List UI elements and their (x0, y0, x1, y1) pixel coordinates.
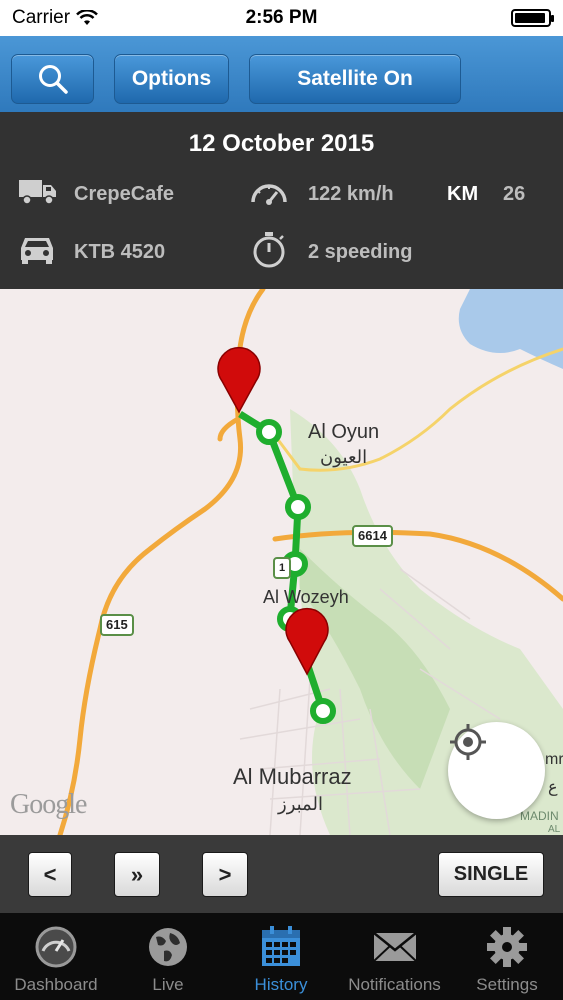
playback-bar: < » > SINGLE (0, 835, 563, 913)
route-stop[interactable] (256, 419, 282, 445)
crosshair-icon (450, 724, 486, 760)
map-label-al-mubarraz: Al Mubarraz (233, 764, 352, 789)
speeding-count: 2 speeding (308, 241, 413, 263)
car-icon (21, 238, 53, 264)
tab-label: Live (152, 975, 184, 994)
truck-icon (19, 180, 56, 205)
tab-bar: Dashboard Live History Notifications Set… (0, 913, 563, 1000)
globe-icon (149, 928, 187, 966)
next-button[interactable]: > (202, 852, 248, 897)
double-chevron-right-icon: » (130, 861, 144, 887)
status-bar: Carrier 2:56 PM (0, 0, 563, 36)
tab-notifications[interactable]: Notifications (338, 913, 451, 1000)
options-button[interactable]: Options (114, 54, 229, 104)
chevron-left-icon: < (43, 861, 57, 887)
map-view[interactable]: Al Oyun العيون Al Wozeyh Al Mubarraz الم… (0, 289, 563, 835)
map-label-edge: mr (545, 751, 563, 768)
locate-button[interactable] (448, 722, 545, 819)
top-toolbar: Options Satellite On (0, 36, 563, 112)
map-label-madin: MADIN (520, 809, 559, 823)
gear-icon (487, 927, 527, 967)
map-label-al-oyun-arabic: العيون (320, 447, 368, 467)
map-label-al-oyun: Al Oyun (308, 421, 380, 443)
tab-settings[interactable]: Settings (451, 913, 563, 1000)
route-stop[interactable] (310, 698, 336, 724)
search-icon (38, 65, 68, 94)
map-label-al-wozeyh: Al Wozeyh (263, 587, 349, 607)
calendar-icon (262, 926, 300, 966)
battery-icon (511, 9, 554, 27)
speedometer-icon (251, 184, 287, 205)
road-sign-615: 615 (100, 614, 134, 636)
route-stop[interactable] (285, 494, 311, 520)
km-value: 26 (503, 183, 526, 205)
tab-history[interactable]: History (224, 913, 338, 1000)
status-left: Carrier (12, 7, 98, 29)
tab-label: Dashboard (14, 975, 98, 994)
tab-live[interactable]: Live (112, 913, 224, 1000)
battery-fill (515, 13, 546, 23)
map-label-edge: ع (548, 779, 558, 796)
start-pin-icon[interactable] (217, 347, 261, 414)
tab-label: Settings (476, 975, 538, 994)
water-area (458, 289, 563, 369)
search-button[interactable] (11, 54, 94, 104)
map-label-al: AL (548, 824, 561, 835)
road-sign-6614: 6614 (352, 525, 393, 547)
satellite-toggle-button[interactable]: Satellite On (249, 54, 461, 104)
carrier-label: Carrier (12, 7, 71, 28)
tab-label: History (254, 975, 308, 994)
previous-button[interactable]: < (28, 852, 72, 897)
chevron-right-icon: > (218, 861, 232, 887)
speed-value: 122 km/h (308, 183, 394, 205)
map-label-al-mubarraz-arabic: المبرز (278, 794, 323, 814)
road-sign: 1 (273, 557, 292, 579)
dashboard-icon (35, 926, 77, 968)
trip-date: 12 October 2015 (188, 130, 375, 157)
tab-dashboard[interactable]: Dashboard (0, 913, 112, 1000)
tab-label: Notifications (348, 975, 441, 994)
km-label: KM (447, 183, 479, 205)
envelope-icon (372, 932, 417, 962)
vehicle-name: CrepeCafe (74, 183, 175, 205)
google-attribution: Google (10, 789, 87, 820)
plate-number: KTB 4520 (74, 241, 166, 263)
trip-info-panel: 12 October 2015 CrepeCafe 122 km/h KM 26… (0, 112, 563, 289)
stopwatch-icon (253, 232, 285, 268)
wifi-icon (76, 10, 98, 25)
fast-forward-button[interactable]: » (114, 852, 160, 897)
single-mode-button[interactable]: SINGLE (438, 852, 544, 897)
